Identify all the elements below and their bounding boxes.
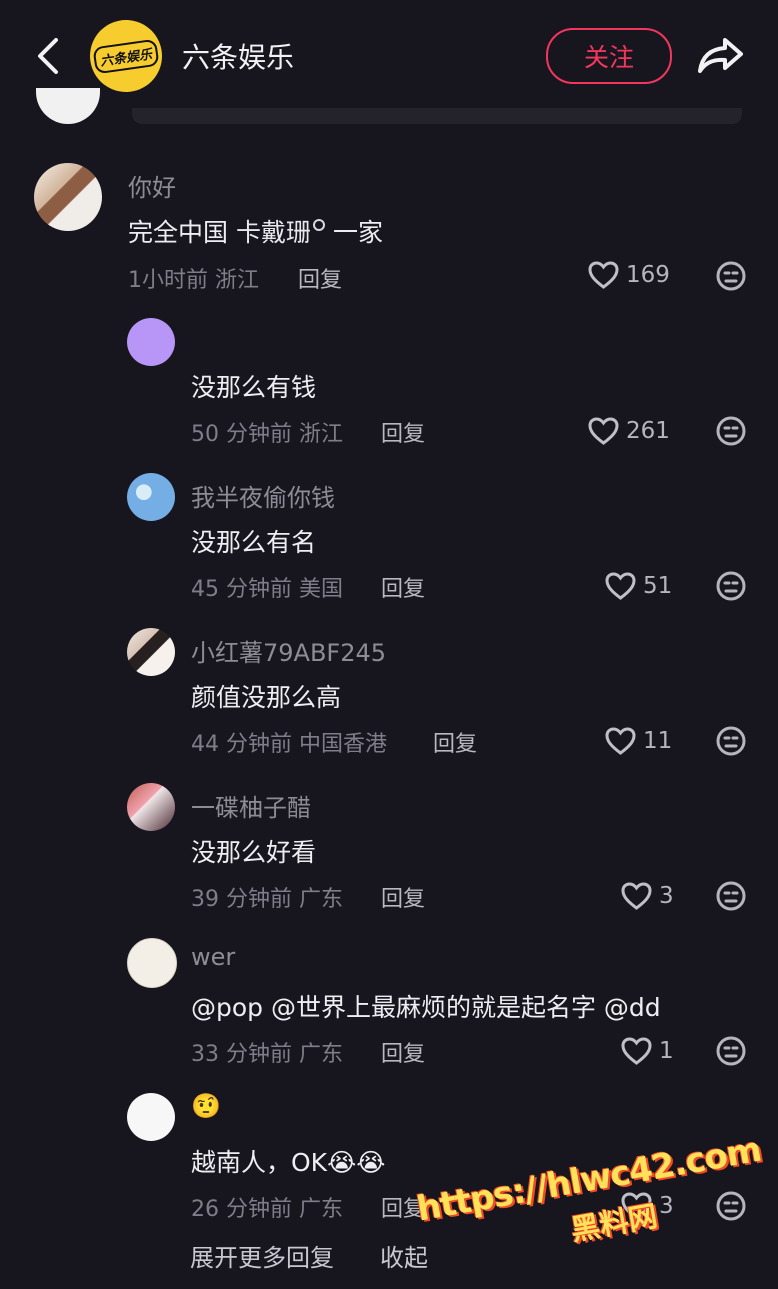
reply-button[interactable]: 回复 bbox=[381, 1036, 425, 1068]
account-name[interactable]: 六条娱乐 bbox=[182, 36, 294, 76]
comment-time-location: 26 分钟前 广东 bbox=[191, 1197, 343, 1222]
reaction-emoji-icon[interactable] bbox=[715, 1035, 747, 1067]
reply-controls: 展开更多回复 收起 bbox=[190, 1238, 428, 1273]
avatar[interactable] bbox=[127, 1093, 175, 1141]
top-bar: 六条娱乐 六条娱乐 关注 bbox=[0, 0, 778, 112]
reaction-emoji-icon[interactable] bbox=[715, 725, 747, 757]
comment-text: @pop @世界上最麻烦的就是起名字 @dd bbox=[191, 993, 661, 1022]
follow-button[interactable]: 关注 bbox=[546, 28, 672, 84]
like-count: 261 bbox=[626, 418, 670, 444]
reply-button[interactable]: 回复 bbox=[433, 726, 477, 758]
like-button[interactable]: 261 bbox=[587, 416, 670, 446]
comment-author[interactable]: wer bbox=[191, 943, 235, 971]
heart-icon bbox=[588, 417, 619, 445]
comment-text: 没那么有钱 bbox=[191, 373, 317, 402]
account-logo[interactable]: 六条娱乐 bbox=[90, 20, 162, 92]
like-button[interactable]: 1 bbox=[620, 1036, 674, 1066]
reply-item: wer @pop @世界上最麻烦的就是起名字 @dd 33 分钟前 广东 回复 … bbox=[0, 935, 778, 1080]
reaction-emoji-icon[interactable] bbox=[715, 880, 747, 912]
like-count: 1 bbox=[659, 1038, 674, 1064]
avatar[interactable] bbox=[127, 783, 175, 831]
like-count: 3 bbox=[659, 883, 674, 909]
heart-icon bbox=[605, 572, 636, 600]
avatar[interactable] bbox=[127, 473, 175, 521]
avatar[interactable] bbox=[127, 628, 175, 676]
comment-author[interactable]: 你好 bbox=[128, 168, 176, 203]
like-button[interactable]: 169 bbox=[587, 260, 670, 290]
avatar[interactable] bbox=[34, 163, 102, 231]
like-count: 11 bbox=[643, 728, 673, 754]
heart-icon bbox=[605, 727, 636, 755]
partial-avatar bbox=[36, 88, 100, 124]
comment-author[interactable]: 一碟柚子醋 bbox=[191, 788, 311, 823]
heart-icon bbox=[588, 261, 619, 289]
avatar[interactable] bbox=[127, 318, 175, 366]
reply-button[interactable]: 回复 bbox=[298, 262, 342, 294]
like-button[interactable]: 11 bbox=[604, 726, 672, 756]
comment-time-location: 50 分钟前 浙江 bbox=[191, 422, 343, 447]
reply-button[interactable]: 回复 bbox=[381, 881, 425, 913]
reaction-emoji-icon[interactable] bbox=[715, 260, 747, 292]
heart-icon bbox=[621, 882, 652, 910]
reply-button[interactable]: 回复 bbox=[381, 571, 425, 603]
mention-link[interactable]: 卡戴珊 bbox=[236, 218, 311, 247]
reply-item: 我半夜偷你钱 没那么有名 45 分钟前 美国 回复 51 bbox=[0, 470, 778, 615]
comment-author[interactable]: 我半夜偷你钱 bbox=[191, 478, 335, 513]
comment-time-location: 45 分钟前 美国 bbox=[191, 577, 343, 602]
like-count: 169 bbox=[626, 262, 670, 288]
back-icon[interactable] bbox=[30, 34, 70, 78]
like-button[interactable]: 51 bbox=[604, 571, 672, 601]
comment-time-location: 39 分钟前 广东 bbox=[191, 887, 343, 912]
comment-author[interactable]: 小红薯79ABF245 bbox=[191, 633, 386, 668]
reply-item: 小红薯79ABF245 颜值没那么高 44 分钟前 中国香港 回复 11 bbox=[0, 625, 778, 770]
reply-button[interactable]: 回复 bbox=[381, 416, 425, 448]
comment-text: 没那么好看 bbox=[191, 838, 317, 867]
like-button[interactable]: 3 bbox=[620, 881, 674, 911]
heart-icon bbox=[621, 1037, 652, 1065]
comment-text: 越南人，OK😭😭 bbox=[191, 1148, 386, 1177]
comment-text: 颜值没那么高 bbox=[191, 683, 342, 712]
search-mark-icon bbox=[312, 219, 325, 231]
comment-item: 你好 完全中国 卡戴珊 一家 1小时前 浙江 回复 169 bbox=[0, 160, 778, 305]
comment-time-location: 1小时前 浙江 bbox=[128, 268, 259, 293]
comment-time-location: 44 分钟前 中国香港 bbox=[191, 732, 387, 757]
comment-text: 完全中国 卡戴珊 一家 bbox=[128, 218, 383, 247]
reply-item: 没那么有钱 50 分钟前 浙江 回复 261 bbox=[0, 315, 778, 460]
comment-author[interactable]: 🤨 bbox=[191, 1092, 221, 1120]
avatar[interactable] bbox=[127, 938, 177, 988]
collapse-replies-link[interactable]: 收起 bbox=[380, 1238, 428, 1273]
reaction-emoji-icon[interactable] bbox=[715, 415, 747, 447]
share-icon[interactable] bbox=[696, 32, 746, 78]
comment-time-location: 33 分钟前 广东 bbox=[191, 1042, 343, 1067]
reaction-emoji-icon[interactable] bbox=[715, 570, 747, 602]
like-count: 51 bbox=[643, 573, 673, 599]
reply-item: 一碟柚子醋 没那么好看 39 分钟前 广东 回复 3 bbox=[0, 780, 778, 925]
partial-input-bar bbox=[132, 108, 742, 124]
expand-more-replies-link[interactable]: 展开更多回复 bbox=[190, 1238, 334, 1273]
comment-text: 没那么有名 bbox=[191, 528, 317, 557]
